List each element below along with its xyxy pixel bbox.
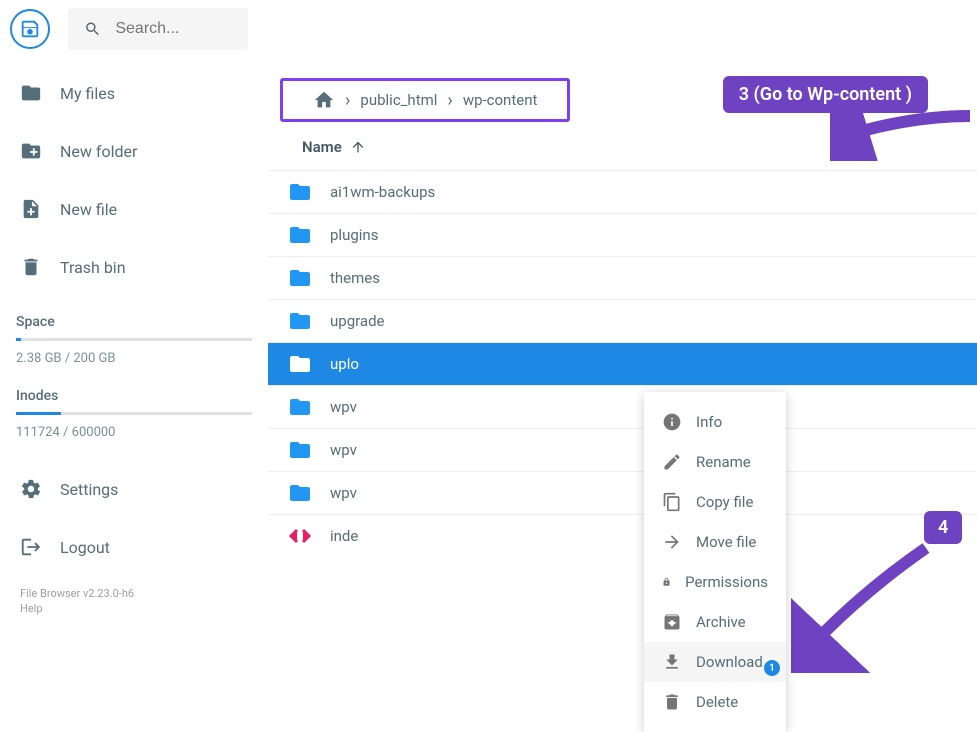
breadcrumb-item[interactable]: wp-content <box>463 91 538 109</box>
search-box[interactable] <box>68 8 248 50</box>
settings-icon <box>20 478 42 500</box>
sidebar-item-new-file[interactable]: New file <box>0 180 268 238</box>
context-menu: Info Rename Copy file Move file Permissi… <box>644 392 786 732</box>
folder-icon <box>20 82 42 104</box>
folder-icon <box>288 395 312 419</box>
folder-icon <box>288 223 312 247</box>
copy-icon <box>662 492 682 512</box>
sidebar-item-label: Trash bin <box>60 258 126 277</box>
edit-icon <box>662 452 682 472</box>
download-icon <box>662 652 682 672</box>
folder-icon <box>288 309 312 333</box>
ctx-info[interactable]: Info <box>644 402 786 442</box>
annotation-arrow-3 <box>830 106 977 161</box>
inodes-text: 111724 / 600000 <box>0 415 268 444</box>
file-name: ai1wm-backups <box>330 183 435 201</box>
inodes-label: Inodes <box>0 370 268 412</box>
search-icon <box>84 18 101 40</box>
arrow-right-icon <box>662 532 682 552</box>
ctx-permissions[interactable]: Permissions <box>644 562 786 602</box>
annotation-4: 4 <box>924 511 962 544</box>
file-name: wpv <box>330 441 357 459</box>
trash-icon <box>662 692 682 712</box>
table-row[interactable]: ai1wm-backups <box>268 170 977 213</box>
sidebar-item-my-files[interactable]: My files <box>0 64 268 122</box>
ctx-archive[interactable]: Archive <box>644 602 786 642</box>
space-label: Space <box>0 296 268 338</box>
table-row[interactable]: plugins <box>268 213 977 256</box>
new-file-icon <box>20 198 42 220</box>
sidebar-item-trash[interactable]: Trash bin <box>0 238 268 296</box>
chevron-right-icon: › <box>345 90 350 111</box>
home-icon[interactable] <box>313 89 335 111</box>
annotation-arrow-4 <box>791 543 941 673</box>
space-text: 2.38 GB / 200 GB <box>0 341 268 370</box>
breadcrumb: › public_html › wp-content <box>280 78 570 122</box>
archive-icon <box>662 612 682 632</box>
folder-icon <box>288 180 312 204</box>
download-badge: 1 <box>764 660 780 676</box>
sidebar-item-label: New file <box>60 200 117 219</box>
folder-icon <box>288 266 312 290</box>
trash-icon <box>20 256 42 278</box>
folder-icon <box>288 481 312 505</box>
sidebar-item-new-folder[interactable]: New folder <box>0 122 268 180</box>
file-name: wpv <box>330 398 357 416</box>
lock-icon <box>662 572 671 592</box>
file-name: uplo <box>330 355 359 373</box>
sidebar-item-settings[interactable]: Settings <box>0 460 268 518</box>
sidebar-item-label: Settings <box>60 480 118 499</box>
table-row[interactable]: wpv <box>268 428 977 471</box>
table-row[interactable]: upgrade <box>268 299 977 342</box>
table-row[interactable]: wpv <box>268 385 977 428</box>
ctx-copy[interactable]: Copy file <box>644 482 786 522</box>
folder-icon <box>288 438 312 462</box>
sidebar-item-label: My files <box>60 84 115 103</box>
search-input[interactable] <box>115 20 232 38</box>
file-name: inde <box>330 527 358 545</box>
ctx-delete[interactable]: Delete <box>644 682 786 722</box>
ctx-download[interactable]: Download1 <box>644 642 786 682</box>
table-row[interactable]: themes <box>268 256 977 299</box>
sidebar-item-label: Logout <box>60 538 110 557</box>
app-logo <box>10 9 50 49</box>
table-row[interactable]: uplo <box>268 342 977 385</box>
code-icon <box>288 524 312 548</box>
breadcrumb-item[interactable]: public_html <box>360 91 437 109</box>
ctx-rename[interactable]: Rename <box>644 442 786 482</box>
sidebar-item-logout[interactable]: Logout <box>0 518 268 576</box>
file-name: upgrade <box>330 312 384 330</box>
file-name: themes <box>330 269 380 287</box>
ctx-move[interactable]: Move file <box>644 522 786 562</box>
sidebar-item-label: New folder <box>60 142 137 161</box>
file-name: wpv <box>330 484 357 502</box>
chevron-right-icon: › <box>447 90 452 111</box>
new-folder-icon <box>20 140 42 162</box>
folder-icon <box>288 352 312 376</box>
logout-icon <box>20 536 42 558</box>
table-row[interactable]: wpv <box>268 471 977 514</box>
info-icon <box>662 412 682 432</box>
sort-asc-icon <box>350 139 366 155</box>
file-name: plugins <box>330 226 378 244</box>
footer: File Browser v2.23.0-h6 Help <box>0 576 268 627</box>
sidebar: My files New folder New file Trash bin S… <box>0 58 268 701</box>
content: › public_html › wp-content Name ai1wm-ba… <box>268 58 977 701</box>
